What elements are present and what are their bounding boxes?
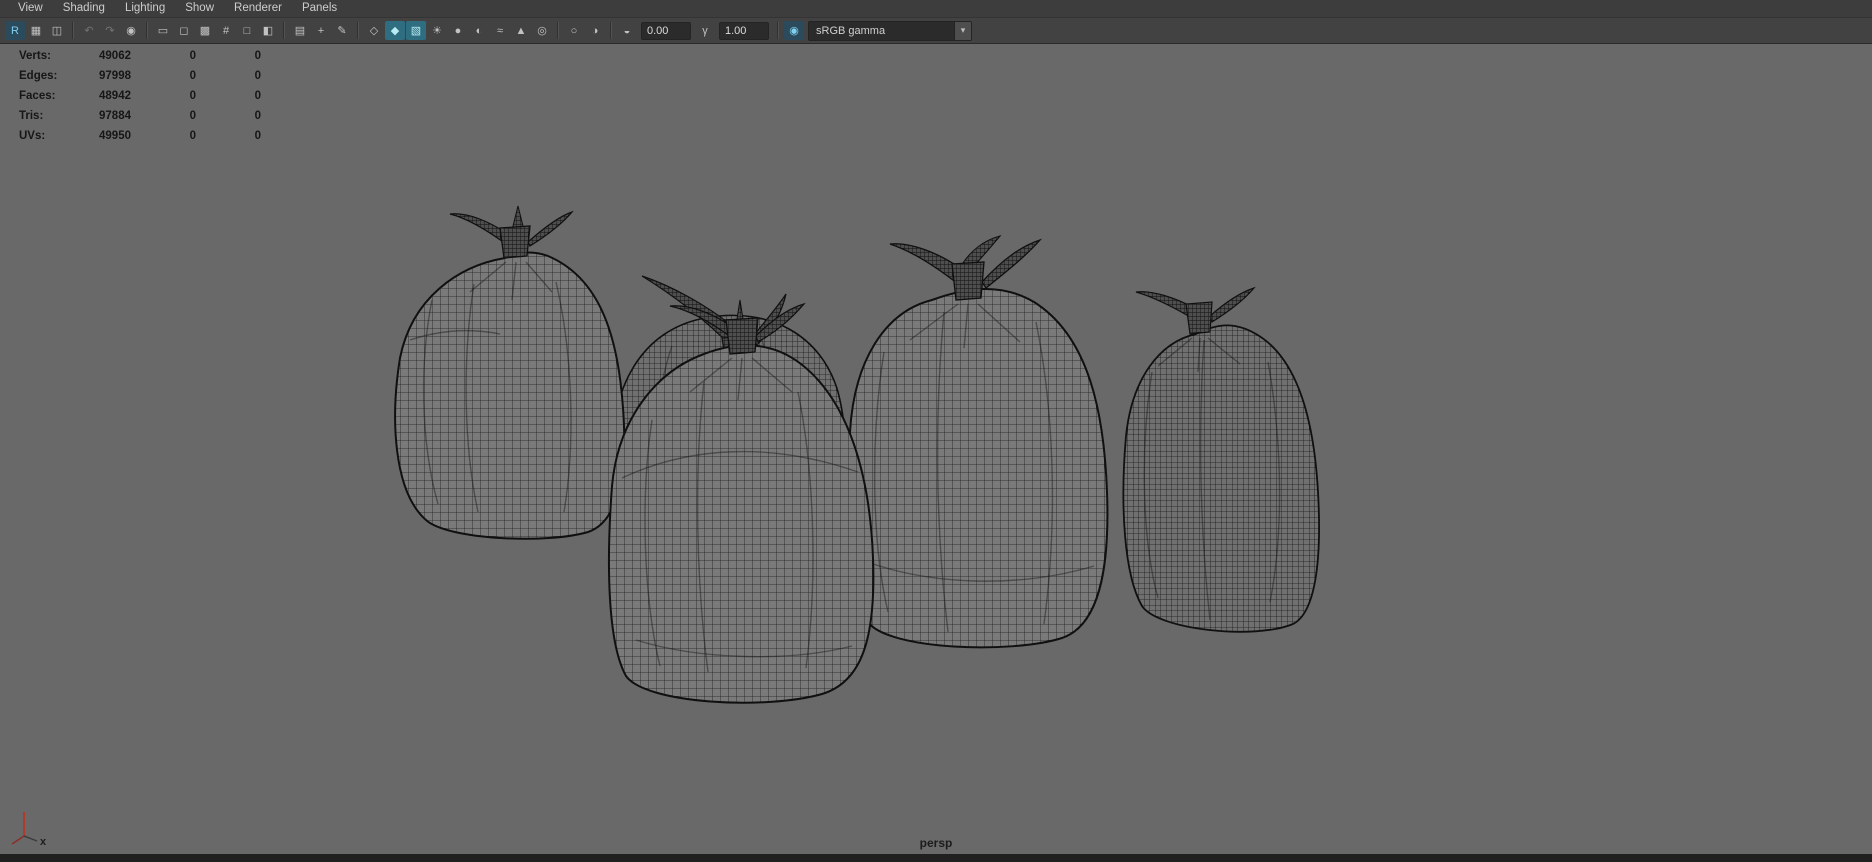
trash-bag-left[interactable] bbox=[394, 205, 626, 540]
screen-space-ao-icon[interactable]: ◐ bbox=[469, 21, 489, 40]
renderer-r-icon[interactable]: R bbox=[5, 21, 25, 40]
use-all-lights-icon[interactable]: ☀ bbox=[427, 21, 447, 40]
hud-value: 0 bbox=[189, 90, 196, 102]
hud-value: 0 bbox=[189, 50, 196, 62]
viewport-canvas[interactable] bbox=[0, 44, 1872, 854]
axis-x-label: x bbox=[40, 836, 47, 846]
x-ray-icon[interactable]: ◑ bbox=[585, 21, 605, 40]
hud-label: Faces: bbox=[19, 90, 56, 102]
menu-item-renderer[interactable]: Renderer bbox=[224, 0, 292, 17]
wireframe-mode-icon[interactable]: ◇ bbox=[364, 21, 384, 40]
hud-label: Tris: bbox=[19, 110, 44, 122]
bag-bow-flap bbox=[449, 213, 509, 246]
toolbar-separator bbox=[72, 22, 74, 39]
hud-row-uvs: UVs: 49950 0 0 bbox=[19, 126, 261, 146]
redo-view-icon[interactable]: ↷ bbox=[100, 21, 120, 40]
bag-knot bbox=[1185, 301, 1213, 335]
toolbar-separator bbox=[283, 22, 285, 39]
gate-mask-icon[interactable]: ▩ bbox=[195, 21, 215, 40]
hud-value: 0 bbox=[254, 110, 261, 122]
bag-bow-flap bbox=[1209, 286, 1256, 323]
menu-item-lighting[interactable]: Lighting bbox=[115, 0, 175, 17]
textured-mode-icon[interactable]: ▧ bbox=[406, 21, 426, 40]
hud-value: 49950 bbox=[99, 130, 131, 142]
menu-item-view[interactable]: View bbox=[8, 0, 53, 17]
toolbar-separator bbox=[357, 22, 359, 39]
safe-action-icon[interactable]: □ bbox=[237, 21, 257, 40]
colorspace-select[interactable]: sRGB gamma ▾ bbox=[808, 20, 972, 41]
chevron-down-icon[interactable]: ▾ bbox=[954, 21, 971, 40]
view-transform-icon[interactable]: ◉ bbox=[784, 21, 804, 40]
trash-bag-right[interactable] bbox=[1122, 286, 1320, 633]
hud-label: Edges: bbox=[19, 70, 58, 82]
bottom-strip bbox=[0, 854, 1872, 862]
colorspace-label: sRGB gamma bbox=[816, 24, 886, 37]
toolbar-separator bbox=[146, 22, 148, 39]
motion-blur-icon[interactable]: ≈ bbox=[490, 21, 510, 40]
gamma-icon[interactable]: γ bbox=[695, 21, 715, 40]
viewport-toolbar: R ▦ ◫ ↶ ↷ ◉ ▭ ◻ ▩ # □ ◧ ▤ + ✎ ◇ ◆ ▧ ☀ ● ◐ ≈ ▲ ◎ ○ ◑ ◒ 0.00 γ 1.00 ◉ sRG… bbox=[0, 18, 1872, 44]
bag-knot bbox=[499, 225, 531, 259]
shading-menu-icon[interactable]: ▦ bbox=[26, 21, 46, 40]
film-gate-icon[interactable]: ▭ bbox=[153, 21, 173, 40]
resolution-gate-icon[interactable]: ◻ bbox=[174, 21, 194, 40]
axis-gizmo: x bbox=[11, 812, 47, 846]
hud-value: 0 bbox=[254, 130, 261, 142]
hud-row-faces: Faces: 48942 0 0 bbox=[19, 86, 261, 106]
panel-layout-icon[interactable]: ◫ bbox=[47, 21, 67, 40]
hud-row-tris: Tris: 97884 0 0 bbox=[19, 106, 261, 126]
hud-value: 97884 bbox=[99, 110, 131, 122]
hud-value: 0 bbox=[254, 50, 261, 62]
isolate-select-icon[interactable]: ○ bbox=[564, 21, 584, 40]
shadows-icon[interactable]: ● bbox=[448, 21, 468, 40]
toolbar-separator bbox=[777, 22, 779, 39]
bag-knot bbox=[725, 317, 759, 355]
hud-value: 0 bbox=[189, 130, 196, 142]
gamma-value-field[interactable]: 1.00 bbox=[719, 21, 769, 40]
bag-bow-flap bbox=[1135, 291, 1195, 319]
trash-bag-center-right[interactable] bbox=[847, 235, 1109, 649]
menu-item-show[interactable]: Show bbox=[175, 0, 224, 17]
exposure-value-field[interactable]: 0.00 bbox=[641, 21, 691, 40]
hud-label: UVs: bbox=[19, 130, 46, 142]
hud-row-edges: Edges: 97998 0 0 bbox=[19, 66, 261, 86]
bag-bow-flap bbox=[889, 243, 961, 286]
hud-value: 0 bbox=[189, 110, 196, 122]
bag-bow-flap bbox=[527, 210, 574, 247]
hud-value: 0 bbox=[254, 90, 261, 102]
camera-select-icon[interactable]: ◉ bbox=[121, 21, 141, 40]
toolbar-separator bbox=[557, 22, 559, 39]
grease-pencil-icon[interactable]: ✎ bbox=[332, 21, 352, 40]
shaded-mode-icon[interactable]: ◆ bbox=[385, 21, 405, 40]
hud-label: Verts: bbox=[19, 50, 51, 62]
menu-item-panels[interactable]: Panels bbox=[292, 0, 347, 17]
exposure-icon[interactable]: ◒ bbox=[617, 21, 637, 40]
hud-value: 48942 bbox=[99, 90, 131, 102]
image-plane-icon[interactable]: ▤ bbox=[290, 21, 310, 40]
hud-value: 97998 bbox=[99, 70, 131, 82]
undo-view-icon[interactable]: ↶ bbox=[79, 21, 99, 40]
pan-zoom-2d-icon[interactable]: + bbox=[311, 21, 331, 40]
field-chart-icon[interactable]: # bbox=[216, 21, 236, 40]
viewport[interactable]: Verts: 49062 0 0 Edges: 97998 0 0 Faces: 48942 0 0 T… bbox=[0, 44, 1872, 854]
anti-aliasing-icon[interactable]: ▲ bbox=[511, 21, 531, 40]
poly-count-hud: Verts: 49062 0 0 Edges: 97998 0 0 Faces: 48942 0 0 T… bbox=[19, 46, 261, 146]
menu-bar: View Shading Lighting Show Renderer Panels bbox=[0, 0, 1872, 18]
hud-value: 49062 bbox=[99, 50, 131, 62]
camera-name-label: persp bbox=[919, 836, 953, 850]
hud-value: 0 bbox=[254, 70, 261, 82]
depth-of-field-icon[interactable]: ◎ bbox=[532, 21, 552, 40]
toolbar-separator bbox=[610, 22, 612, 39]
hud-row-verts: Verts: 49062 0 0 bbox=[19, 46, 261, 66]
menu-item-shading[interactable]: Shading bbox=[53, 0, 115, 17]
bag-knot bbox=[951, 261, 985, 301]
hud-value: 0 bbox=[189, 70, 196, 82]
safe-title-icon[interactable]: ◧ bbox=[258, 21, 278, 40]
